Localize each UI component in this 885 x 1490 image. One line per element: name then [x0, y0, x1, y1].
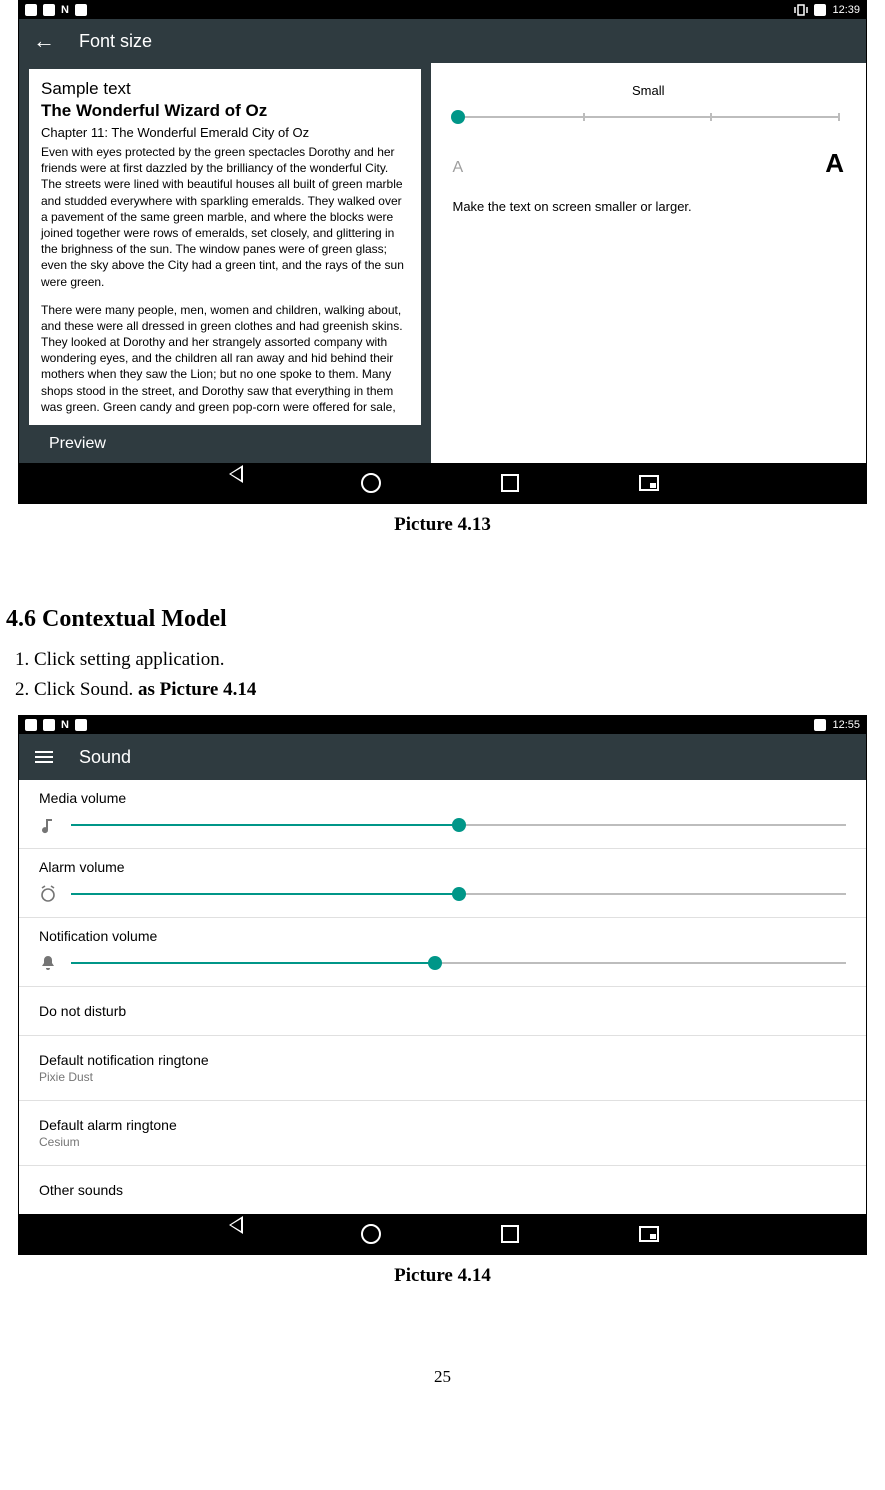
small-a-icon: A	[453, 159, 464, 177]
status-icon	[75, 719, 87, 731]
preview-column: Sample text The Wonderful Wizard of Oz C…	[19, 63, 431, 463]
notification-volume-row[interactable]: Notification volume	[19, 918, 866, 987]
status-icon	[75, 4, 87, 16]
row-subtitle: Pixie Dust	[39, 1070, 846, 1084]
system-nav-bar	[19, 463, 866, 503]
section-heading: 4.6 Contextual Model	[6, 606, 885, 633]
clock: 12:39	[832, 4, 860, 16]
row-title: Alarm volume	[39, 859, 846, 875]
status-icon: N	[61, 719, 69, 731]
recents-nav-icon[interactable]	[501, 1225, 519, 1243]
battery-icon	[814, 4, 826, 16]
other-sounds-row[interactable]: Other sounds	[19, 1166, 866, 1214]
default-notification-ringtone-row[interactable]: Default notification ringtone Pixie Dust	[19, 1036, 866, 1101]
battery-icon	[814, 719, 826, 731]
screenshot-font-size: N 12:39 ← Font size Sample text The Wond…	[18, 0, 867, 504]
pip-nav-icon[interactable]	[639, 475, 659, 491]
row-title: Default alarm ringtone	[39, 1117, 846, 1133]
sample-label: Sample text	[41, 79, 409, 99]
row-subtitle: Cesium	[39, 1135, 846, 1149]
preview-label: Preview	[29, 425, 421, 463]
alarm-clock-icon	[39, 885, 57, 903]
bell-icon	[39, 954, 57, 972]
preview-paragraph: There were many people, men, women and c…	[41, 302, 409, 415]
vibrate-icon	[794, 4, 808, 16]
status-icon	[25, 719, 37, 731]
font-size-slider[interactable]	[457, 116, 841, 118]
recents-nav-icon[interactable]	[501, 474, 519, 492]
row-title: Notification volume	[39, 928, 846, 944]
page-number: 25	[0, 1367, 885, 1387]
figure-caption: Picture 4.14	[0, 1265, 885, 1287]
large-a-icon: A	[825, 148, 844, 179]
status-icon: N	[61, 4, 69, 16]
screenshot-sound: N 12:55 Sound Media volume Alarm volume	[18, 715, 867, 1255]
menu-icon[interactable]	[35, 748, 53, 766]
app-bar: ← Font size	[19, 19, 866, 63]
status-icon	[25, 4, 37, 16]
volume-slider[interactable]	[71, 824, 846, 826]
slider-value-label: Small	[453, 83, 845, 98]
do-not-disturb-row[interactable]: Do not disturb	[19, 987, 866, 1036]
preview-chapter: Chapter 11: The Wonderful Emerald City o…	[41, 125, 409, 140]
list-item: Click Sound. as Picture 4.14	[34, 679, 885, 701]
volume-slider[interactable]	[71, 962, 846, 964]
back-nav-icon[interactable]	[227, 1225, 241, 1243]
preview-title: The Wonderful Wizard of Oz	[41, 101, 409, 121]
app-bar: Sound	[19, 734, 866, 780]
list-item: Click setting application.	[34, 649, 885, 671]
status-icon	[43, 4, 55, 16]
appbar-title: Sound	[79, 747, 131, 768]
font-size-controls: Small A A Make the text on screen smalle…	[431, 63, 867, 463]
home-nav-icon[interactable]	[361, 473, 381, 493]
preview-card: Sample text The Wonderful Wizard of Oz C…	[29, 69, 421, 425]
status-bar: N 12:55	[19, 716, 866, 734]
row-title: Media volume	[39, 790, 846, 806]
figure-caption: Picture 4.13	[0, 514, 885, 536]
default-alarm-ringtone-row[interactable]: Default alarm ringtone Cesium	[19, 1101, 866, 1166]
volume-slider[interactable]	[71, 893, 846, 895]
media-volume-row[interactable]: Media volume	[19, 780, 866, 849]
alarm-volume-row[interactable]: Alarm volume	[19, 849, 866, 918]
back-nav-icon[interactable]	[227, 474, 241, 492]
status-icon	[43, 719, 55, 731]
back-icon[interactable]: ←	[33, 30, 55, 52]
appbar-title: Font size	[79, 31, 152, 52]
instruction-list: Click setting application. Click Sound. …	[6, 649, 885, 701]
system-nav-bar	[19, 1214, 866, 1254]
music-note-icon	[39, 816, 57, 834]
hint-text: Make the text on screen smaller or large…	[453, 199, 845, 214]
clock: 12:55	[832, 719, 860, 731]
row-title: Default notification ringtone	[39, 1052, 846, 1068]
pip-nav-icon[interactable]	[639, 1226, 659, 1242]
home-nav-icon[interactable]	[361, 1224, 381, 1244]
status-bar: N 12:39	[19, 1, 866, 19]
row-title: Other sounds	[39, 1182, 846, 1198]
row-title: Do not disturb	[39, 1003, 846, 1019]
preview-paragraph: Even with eyes protected by the green sp…	[41, 144, 409, 290]
